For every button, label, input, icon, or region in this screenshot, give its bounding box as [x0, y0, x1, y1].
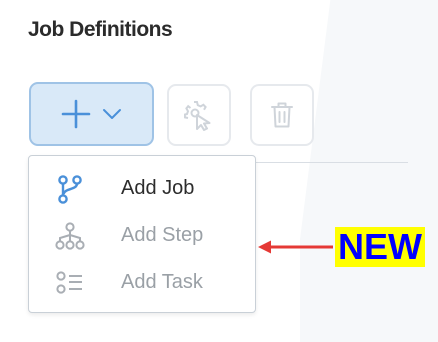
delete-button[interactable]: [250, 84, 314, 146]
menu-item-add-task[interactable]: Add Task: [29, 259, 255, 306]
menu-item-label: Add Job: [121, 177, 195, 199]
add-dropdown-menu: Add Job Add Step Add Task: [28, 155, 256, 313]
gear-arrow-icon: [184, 101, 211, 131]
background-panel: [300, 0, 438, 342]
menu-item-add-job[interactable]: Add Job: [29, 165, 255, 212]
add-dropdown-button[interactable]: [29, 82, 154, 146]
chevron-down-icon: [102, 109, 121, 119]
branch-icon: [55, 174, 85, 204]
plus-icon: [61, 99, 90, 129]
annotation-arrow-icon: [258, 240, 333, 254]
menu-item-label: Add Task: [121, 271, 203, 293]
trash-icon: [271, 102, 293, 128]
settings-button[interactable]: [167, 84, 231, 146]
new-annotation-label: NEW: [335, 227, 425, 267]
page-title: Job Definitions: [28, 18, 173, 41]
task-list-icon: [55, 268, 85, 298]
menu-item-add-step[interactable]: Add Step: [29, 212, 255, 259]
menu-item-label: Add Step: [121, 224, 204, 246]
hierarchy-icon: [55, 221, 85, 251]
